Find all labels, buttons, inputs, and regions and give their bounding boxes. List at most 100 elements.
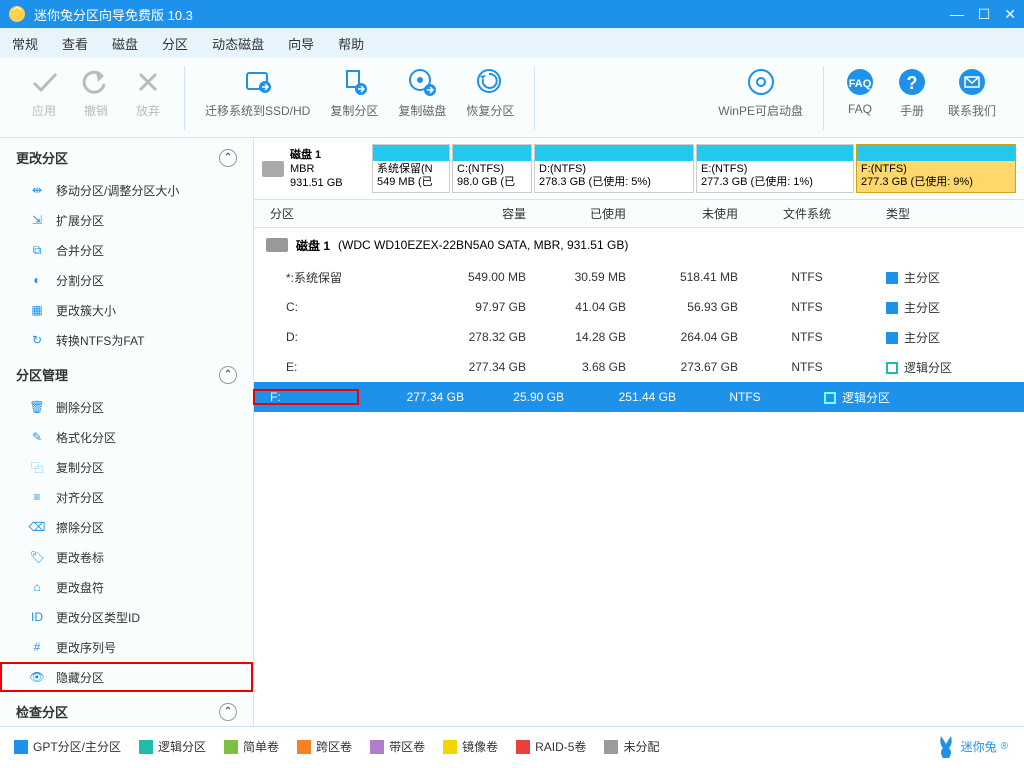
diskmap-partition[interactable]: C:(NTFS)98.0 GB (已 — [452, 144, 532, 193]
hdd-icon — [262, 161, 284, 177]
split-icon: ◐ — [28, 271, 46, 289]
apply-button[interactable]: 应用 — [18, 66, 70, 119]
disc-icon — [745, 66, 777, 98]
sidebar-wipe[interactable]: ⌫擦除分区 — [0, 512, 253, 542]
winpe-button[interactable]: WinPE可启动盘 — [708, 66, 813, 119]
sidebar-copy[interactable]: ⿻复制分区 — [0, 452, 253, 482]
sidebar-convert-ntfs[interactable]: ↻转换NTFS为FAT — [0, 325, 253, 355]
menu-wizard[interactable]: 向导 — [288, 34, 314, 53]
section-check[interactable]: 检查分区 ⌃ — [0, 692, 253, 726]
menu-partition[interactable]: 分区 — [162, 34, 188, 53]
sidebar-letter[interactable]: ⌂更改盘符 — [0, 572, 253, 602]
chevron-up-icon: ⌃ — [219, 149, 237, 167]
window-controls: — ☐ ✕ — [950, 6, 1016, 23]
col-type[interactable]: 类型 — [876, 205, 986, 222]
menu-general[interactable]: 常规 — [12, 34, 38, 53]
section-modify[interactable]: 更改分区 ⌃ — [0, 138, 253, 175]
align-icon: ≡ — [28, 488, 46, 506]
discard-button[interactable]: 放弃 — [122, 66, 174, 119]
recover-partition-button[interactable]: 恢复分区 — [456, 66, 524, 119]
disk-info: 磁盘 1 MBR 931.51 GB — [262, 144, 368, 193]
mail-icon — [956, 66, 988, 98]
menu-help[interactable]: 帮助 — [338, 34, 364, 53]
legend-item: 简单卷 — [224, 738, 279, 755]
contact-button[interactable]: 联系我们 — [938, 66, 1006, 119]
minimize-button[interactable]: — — [950, 6, 964, 23]
sidebar-hide[interactable]: 👁隐藏分区 — [0, 662, 253, 692]
copy-disk-icon — [406, 66, 438, 98]
cluster-icon: ▦ — [28, 301, 46, 319]
check-icon — [28, 66, 60, 98]
svg-text:?: ? — [906, 73, 917, 93]
diskmap-partition[interactable]: F:(NTFS)277.3 GB (已使用: 9%) — [856, 144, 1016, 193]
diskmap-partition[interactable]: E:(NTFS)277.3 GB (已使用: 1%) — [696, 144, 854, 193]
hdd-icon — [266, 238, 288, 252]
diskmap-partition[interactable]: D:(NTFS)278.3 GB (已使用: 5%) — [534, 144, 694, 193]
erase-icon: ⌫ — [28, 518, 46, 536]
sidebar-type-id[interactable]: ID更改分区类型ID — [0, 602, 253, 632]
eye-icon: 👁 — [28, 668, 46, 686]
brand-logo: 迷你兔® — [935, 734, 1008, 760]
window-title: 迷你兔分区向导免费版 10.3 — [34, 5, 950, 24]
sidebar-label[interactable]: 🏷更改卷标 — [0, 542, 253, 572]
col-capacity[interactable]: 容量 — [420, 205, 544, 222]
rabbit-icon — [935, 734, 957, 760]
sidebar-split[interactable]: ◐分割分区 — [0, 265, 253, 295]
tag-icon: 🏷 — [28, 548, 46, 566]
col-partition[interactable]: 分区 — [270, 205, 420, 222]
sidebar-format[interactable]: ✎格式化分区 — [0, 422, 253, 452]
sidebar-cluster[interactable]: ▦更改簇大小 — [0, 295, 253, 325]
titlebar: 迷你兔分区向导免费版 10.3 — ☐ ✕ — [0, 0, 1024, 28]
col-used[interactable]: 已使用 — [544, 205, 644, 222]
sidebar-move-resize[interactable]: ⇹移动分区/调整分区大小 — [0, 175, 253, 205]
manual-button[interactable]: ? 手册 — [886, 66, 938, 119]
legend: GPT分区/主分区逻辑分区简单卷跨区卷带区卷镜像卷RAID-5卷未分配 迷你兔® — [0, 726, 1024, 766]
menu-view[interactable]: 查看 — [62, 34, 88, 53]
copy-disk-button[interactable]: 复制磁盘 — [388, 66, 456, 119]
legend-item: 未分配 — [604, 738, 659, 755]
section-manage[interactable]: 分区管理 ⌃ — [0, 355, 253, 392]
sidebar: 更改分区 ⌃ ⇹移动分区/调整分区大小 ⇲扩展分区 ⧉合并分区 ◐分割分区 ▦更… — [0, 138, 254, 726]
sidebar-extend[interactable]: ⇲扩展分区 — [0, 205, 253, 235]
legend-item: GPT分区/主分区 — [14, 738, 121, 755]
table-row[interactable]: E: 277.34 GB 3.68 GB 273.67 GB NTFS 逻辑分区 — [254, 352, 1024, 382]
convert-icon: ↻ — [28, 331, 46, 349]
table-header: 分区 容量 已使用 未使用 文件系统 类型 — [254, 200, 1024, 228]
table-row[interactable]: C: 97.97 GB 41.04 GB 56.93 GB NTFS 主分区 — [254, 292, 1024, 322]
copy-icon: ⿻ — [28, 458, 46, 476]
app-logo-icon — [8, 5, 26, 23]
merge-icon: ⧉ — [28, 241, 46, 259]
pencil-icon: ✎ — [28, 428, 46, 446]
table-row[interactable]: F: 277.34 GB 25.90 GB 251.44 GB NTFS 逻辑分… — [254, 382, 1024, 412]
sidebar-merge[interactable]: ⧉合并分区 — [0, 235, 253, 265]
sidebar-serial[interactable]: #更改序列号 — [0, 632, 253, 662]
disk-group-row[interactable]: 磁盘 1 (WDC WD10EZEX-22BN5A0 SATA, MBR, 93… — [254, 228, 1024, 262]
legend-item: 带区卷 — [370, 738, 425, 755]
close-icon — [132, 66, 164, 98]
id-icon: ID — [28, 608, 46, 626]
copy-partition-icon — [338, 66, 370, 98]
menu-dynamic[interactable]: 动态磁盘 — [212, 34, 264, 53]
maximize-button[interactable]: ☐ — [978, 6, 991, 23]
serial-icon: # — [28, 638, 46, 656]
legend-item: RAID-5卷 — [516, 738, 586, 755]
help-icon: ? — [896, 66, 928, 98]
chevron-up-icon: ⌃ — [219, 366, 237, 384]
col-filesystem[interactable]: 文件系统 — [756, 205, 876, 222]
table-row[interactable]: D: 278.32 GB 14.28 GB 264.04 GB NTFS 主分区 — [254, 322, 1024, 352]
undo-button[interactable]: 撤销 — [70, 66, 122, 119]
sidebar-delete[interactable]: 🗑删除分区 — [0, 392, 253, 422]
migrate-os-button[interactable]: 迁移系统到SSD/HD — [195, 66, 320, 119]
drive-icon: ⌂ — [28, 578, 46, 596]
menu-disk[interactable]: 磁盘 — [112, 34, 138, 53]
table-row[interactable]: *:系统保留 549.00 MB 30.59 MB 518.41 MB NTFS… — [254, 262, 1024, 292]
chevron-up-icon: ⌃ — [219, 703, 237, 721]
sidebar-align[interactable]: ≡对齐分区 — [0, 482, 253, 512]
close-button[interactable]: ✕ — [1004, 6, 1016, 23]
svg-text:FAQ: FAQ — [849, 78, 872, 90]
menubar: 常规 查看 磁盘 分区 动态磁盘 向导 帮助 — [0, 28, 1024, 58]
faq-button[interactable]: FAQ FAQ — [834, 66, 886, 116]
copy-partition-button[interactable]: 复制分区 — [320, 66, 388, 119]
col-free[interactable]: 未使用 — [644, 205, 756, 222]
diskmap-partition[interactable]: 系统保留(N549 MB (已 — [372, 144, 450, 193]
